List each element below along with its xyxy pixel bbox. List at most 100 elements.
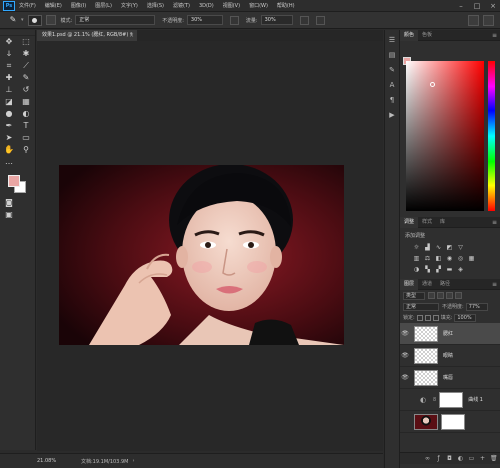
layer-row[interactable]	[400, 411, 500, 433]
airbrush-icon[interactable]	[299, 15, 309, 25]
new-group-icon[interactable]: ▭	[468, 455, 475, 462]
new-adjustment-icon[interactable]: ◐	[457, 455, 464, 462]
delete-layer-icon[interactable]: 🗑	[490, 455, 498, 462]
color-picker-marker[interactable]	[430, 82, 435, 87]
threshold-icon[interactable]: ▞	[434, 266, 443, 274]
eye-icon[interactable]: 👁	[400, 330, 410, 337]
hand-tool-icon[interactable]: ✋	[1, 144, 17, 156]
crop-tool-icon[interactable]: ⌗	[1, 60, 17, 72]
layer-fill-input[interactable]: 100%	[454, 313, 477, 322]
pen-tool-icon[interactable]: ✒	[1, 120, 17, 132]
properties-icon[interactable]: ▤	[388, 51, 397, 60]
invert-icon[interactable]: ◑	[412, 266, 421, 274]
menu-view[interactable]: 视图(V)	[223, 2, 240, 9]
eyedropper-tool-icon[interactable]: ⟋	[18, 60, 34, 72]
pixel-filter-icon[interactable]	[428, 292, 435, 299]
opacity-input[interactable]: 30%	[186, 15, 223, 25]
chevron-down-icon[interactable]: ▾	[21, 17, 24, 23]
vibrance-icon[interactable]: ▽	[456, 244, 465, 252]
photo-filter-icon[interactable]: ◉	[445, 255, 454, 263]
color-picker-field[interactable]	[406, 61, 484, 211]
path-select-tool-icon[interactable]: ➤	[1, 132, 17, 144]
color-balance-icon[interactable]: ⚖	[423, 255, 432, 263]
maximize-icon[interactable]: □	[472, 1, 482, 11]
lock-position-icon[interactable]	[424, 314, 431, 321]
dodge-tool-icon[interactable]: ◐	[18, 108, 34, 120]
type-filter-icon[interactable]	[446, 292, 453, 299]
clone-stamp-tool-icon[interactable]: ⊥	[1, 84, 17, 96]
lock-pixels-icon[interactable]	[416, 314, 423, 321]
layer-row[interactable]: 👁 嘴唇	[400, 367, 500, 389]
link-layers-icon[interactable]: ∞	[424, 455, 431, 462]
history-brush-tool-icon[interactable]: ↺	[18, 84, 34, 96]
menu-window[interactable]: 窗口(W)	[249, 2, 268, 9]
chevron-right-icon[interactable]: ›	[132, 458, 134, 464]
canvas-area[interactable]	[37, 41, 383, 451]
menu-3d[interactable]: 3D(D)	[199, 3, 214, 9]
layer-mask-thumbnail[interactable]	[441, 413, 465, 430]
panel-menu-icon[interactable]: ≡	[492, 32, 497, 39]
pressure-opacity-icon[interactable]	[229, 15, 239, 25]
brightness-icon[interactable]: ☼	[412, 244, 421, 252]
type-tool-icon[interactable]: T	[18, 120, 34, 132]
blur-tool-icon[interactable]: ●	[1, 108, 17, 120]
exposure-icon[interactable]: ◩	[445, 244, 454, 252]
eye-icon[interactable]: 👁	[400, 352, 410, 359]
paragraph-icon[interactable]: ¶	[388, 96, 397, 105]
menu-file[interactable]: 文件(F)	[19, 2, 36, 9]
menu-edit[interactable]: 编辑(E)	[45, 2, 62, 9]
posterize-icon[interactable]: ▚	[423, 266, 432, 274]
eraser-tool-icon[interactable]: ◪	[1, 96, 17, 108]
brush-panel-toggle-icon[interactable]	[45, 15, 56, 25]
layer-name[interactable]: 曲线 1	[468, 396, 483, 403]
flow-input[interactable]: 30%	[260, 15, 293, 25]
marquee-tool-icon[interactable]: ⬚	[18, 36, 34, 48]
healing-brush-tool-icon[interactable]: ✚	[1, 72, 17, 84]
hue-slider[interactable]	[488, 61, 495, 211]
layer-row[interactable]: 👁 腮红	[400, 323, 500, 345]
eye-icon[interactable]: 👁	[400, 374, 410, 381]
selective-color-icon[interactable]: ◈	[456, 266, 465, 274]
shape-filter-icon[interactable]	[455, 292, 462, 299]
link-icon[interactable]: 8	[433, 397, 436, 403]
tab-libraries[interactable]: 库	[436, 217, 449, 228]
panel-menu-icon[interactable]: ≡	[492, 219, 497, 226]
layer-kind-filter[interactable]: 类型	[403, 291, 425, 300]
gradient-tool-icon[interactable]: ▦	[18, 96, 34, 108]
hue-saturation-icon[interactable]: ▥	[412, 255, 421, 263]
zoom-level[interactable]: 21.08%	[37, 458, 77, 464]
document-tab[interactable]: 效果1.psd @ 21.1% (腮红, RGB/8#) *	[37, 30, 137, 41]
document-info[interactable]: 文档:19.1M/103.9M	[81, 458, 128, 465]
brush-settings-icon[interactable]: ✎	[388, 66, 397, 75]
menu-image[interactable]: 图像(I)	[71, 2, 86, 9]
brush-tool-icon[interactable]: ✎	[18, 72, 34, 84]
character-icon[interactable]: A	[388, 81, 397, 90]
menu-filter[interactable]: 滤镜(T)	[173, 2, 190, 9]
more-tools-icon[interactable]: …	[1, 156, 17, 168]
tab-layers[interactable]: 图层	[400, 278, 419, 290]
close-icon[interactable]: ×	[488, 1, 498, 11]
layer-opacity-input[interactable]: 77%	[465, 302, 488, 311]
panel-menu-icon[interactable]: ≡	[492, 281, 497, 288]
actions-icon[interactable]: ▶	[388, 111, 397, 120]
screen-mode-icon[interactable]: ▣	[1, 209, 17, 221]
menu-layer[interactable]: 图层(L)	[95, 2, 112, 9]
black-white-icon[interactable]: ◧	[434, 255, 443, 263]
move-tool-icon[interactable]: ✥	[1, 36, 17, 48]
menu-help[interactable]: 帮助(H)	[277, 2, 295, 9]
tab-color[interactable]: 颜色	[400, 29, 419, 41]
tab-adjustments[interactable]: 调整	[400, 216, 419, 228]
search-icon[interactable]	[468, 15, 479, 26]
workspace-switcher-icon[interactable]	[483, 15, 494, 26]
layer-name[interactable]: 腮红	[443, 330, 453, 337]
pressure-size-icon[interactable]	[315, 15, 325, 25]
curves-icon[interactable]: ∿	[434, 244, 443, 252]
brush-tool-preset-icon[interactable]: ✎	[5, 14, 21, 26]
tab-styles[interactable]: 样式	[418, 217, 436, 228]
brush-size-picker[interactable]	[27, 14, 42, 26]
new-layer-icon[interactable]: +	[479, 455, 486, 462]
layer-name[interactable]: 嘴唇	[443, 374, 453, 381]
fx-icon[interactable]: ƒ	[435, 455, 442, 462]
rectangle-tool-icon[interactable]: ▭	[18, 132, 34, 144]
minimize-icon[interactable]: –	[456, 1, 466, 11]
